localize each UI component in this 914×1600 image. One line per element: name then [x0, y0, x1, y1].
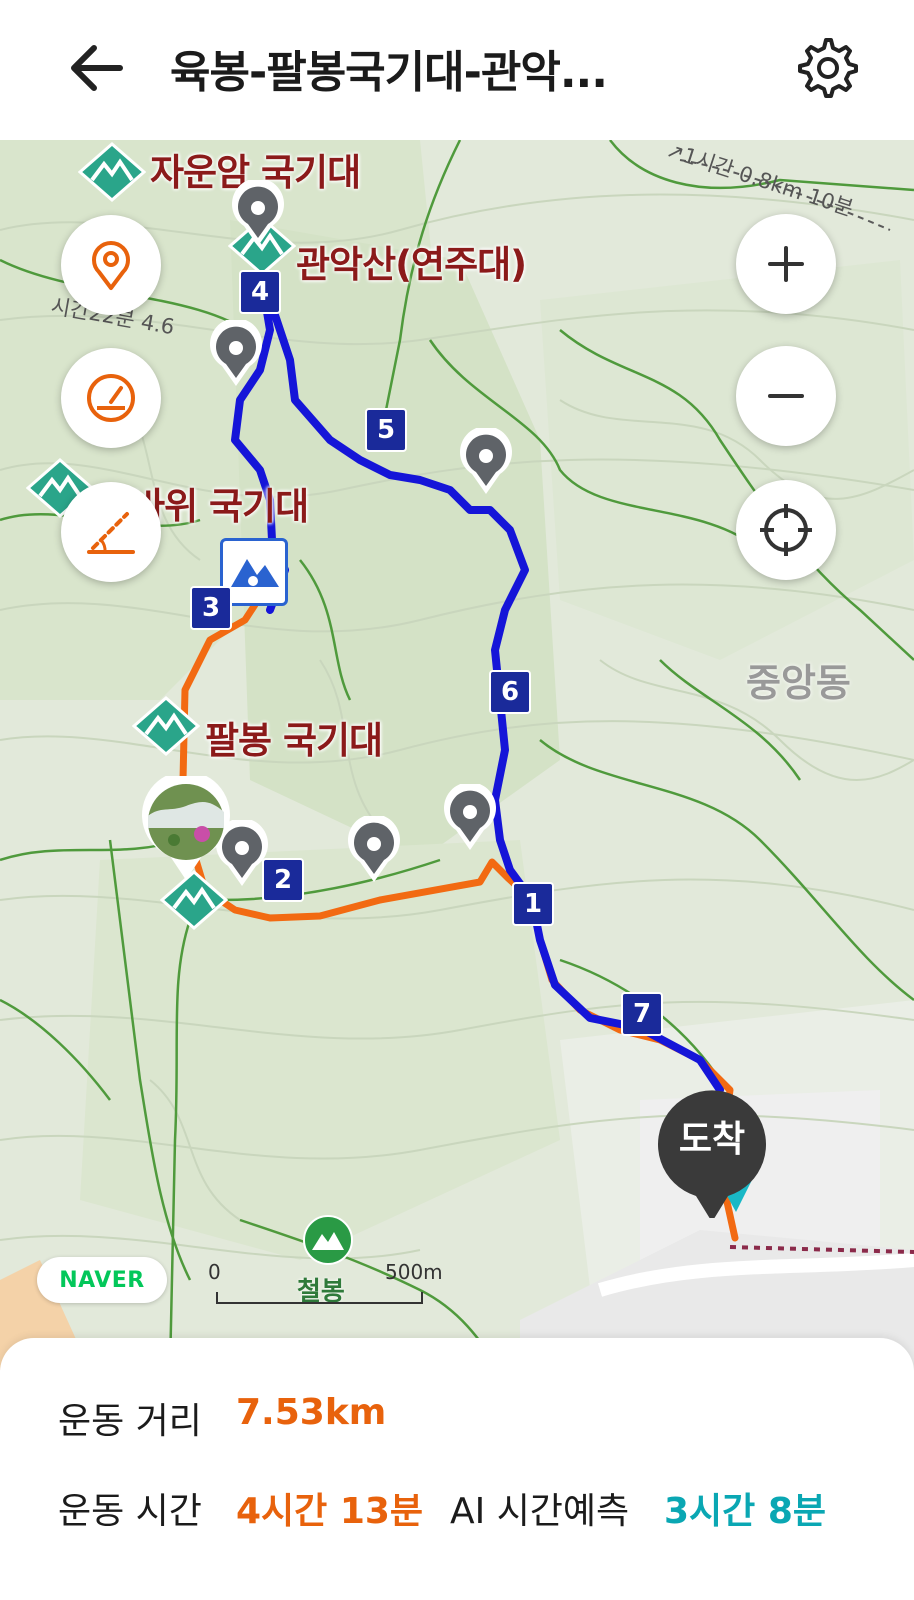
- peak-marker-icon[interactable]: [132, 696, 200, 756]
- stats-sheet: 운동 거리 7.53km 운동 시간 4시간 13분 AI 시간예측 3시간 8…: [0, 1338, 914, 1600]
- map-pin-icon[interactable]: [456, 428, 516, 498]
- arrival-label: 도착: [678, 1119, 746, 1160]
- location-pin-button[interactable]: [61, 215, 161, 315]
- time-label: 운동 시간: [58, 1491, 202, 1532]
- settings-button[interactable]: [796, 36, 860, 100]
- zoom-in-button[interactable]: [736, 214, 836, 314]
- speedometer-icon: [87, 374, 135, 422]
- top-bar: 육봉-팔봉국기대-관악...: [0, 0, 914, 138]
- place-label-gwanaksan: 관악산(연주대): [296, 243, 527, 286]
- scale-bar: [216, 1292, 423, 1304]
- ai-time-label: AI 시간예측: [450, 1491, 630, 1532]
- waypoint-marker[interactable]: 2: [262, 858, 304, 902]
- speedometer-button[interactable]: [61, 348, 161, 448]
- waypoint-marker[interactable]: 1: [512, 882, 554, 926]
- mountain-hut-icon: [231, 559, 279, 587]
- map-pin-icon[interactable]: [206, 320, 266, 390]
- peak-marker-icon[interactable]: [78, 142, 146, 202]
- back-arrow-icon: [71, 45, 123, 91]
- map-pin-icon[interactable]: [344, 816, 404, 886]
- photo-pin-icon[interactable]: [140, 776, 232, 886]
- peak-icon[interactable]: [302, 1214, 354, 1266]
- distance-label: 운동 거리: [58, 1401, 202, 1442]
- elevation-slope-icon: [87, 512, 135, 554]
- my-location-button[interactable]: [736, 480, 836, 580]
- waypoint-marker[interactable]: 3: [190, 586, 232, 630]
- minus-icon: [768, 394, 804, 398]
- scale-zero-label: 0: [208, 1260, 221, 1284]
- place-label-palbong: 팔봉 국기대: [205, 719, 383, 762]
- zoom-out-button[interactable]: [736, 346, 836, 446]
- page-title: 육봉-팔봉국기대-관악...: [170, 47, 608, 98]
- waypoint-marker[interactable]: 4: [239, 270, 281, 314]
- map-pin-icon[interactable]: [440, 784, 500, 854]
- elevation-button[interactable]: [61, 482, 161, 582]
- distance-value: 7.53km: [236, 1392, 387, 1433]
- location-pin-icon: [92, 240, 130, 290]
- crosshair-icon: [760, 504, 812, 556]
- district-label: 중앙동: [746, 661, 851, 705]
- map-pin-icon[interactable]: [228, 180, 288, 250]
- waypoint-marker[interactable]: 5: [365, 408, 407, 452]
- plus-icon: [768, 246, 804, 282]
- time-value: 4시간 13분: [236, 1491, 424, 1532]
- map-view[interactable]: ↗1시간 0.8km 10분 시간22분 4.6 자운암 국기대 관악산(연주대…: [0, 140, 914, 1370]
- naver-logo: NAVER: [37, 1257, 167, 1303]
- waypoint-marker[interactable]: 6: [489, 670, 531, 714]
- scale-max-label: 500m: [385, 1260, 443, 1284]
- gear-icon: [798, 38, 858, 98]
- back-button[interactable]: [62, 38, 130, 98]
- ai-time-value: 3시간 8분: [664, 1491, 826, 1532]
- waypoint-marker[interactable]: 7: [621, 992, 663, 1036]
